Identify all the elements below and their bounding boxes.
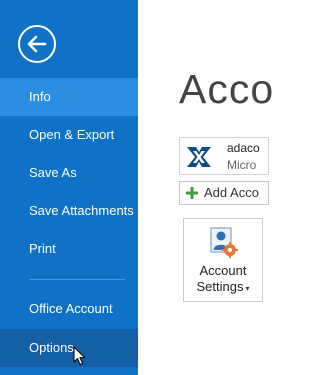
nav-item-label: Info xyxy=(29,89,51,104)
nav-item-save-as[interactable]: Save As xyxy=(0,154,138,192)
account-settings-label-line2: Settings ▾ xyxy=(184,279,262,294)
account-panel: Acco adaco Micro Add Acco Account Settin… xyxy=(138,0,273,375)
nav-item-options[interactable]: Options xyxy=(0,329,138,367)
plus-icon xyxy=(186,187,198,199)
account-settings-label: Account xyxy=(199,263,247,278)
nav-item-label: Open & Export xyxy=(29,127,115,142)
exchange-icon xyxy=(184,142,214,172)
back-arrow-icon xyxy=(27,35,47,53)
add-account-button[interactable]: Add Acco xyxy=(179,181,269,205)
nav-item-open-export[interactable]: Open & Export xyxy=(0,116,138,154)
account-type: Micro xyxy=(227,158,257,172)
page-title: Acco xyxy=(179,66,275,112)
nav-item-save-attachments[interactable]: Save Attachments xyxy=(0,192,138,230)
nav-item-label: Print xyxy=(29,241,56,256)
back-button[interactable] xyxy=(18,25,56,63)
mouse-cursor-icon xyxy=(73,346,86,365)
account-settings-icon xyxy=(210,227,238,258)
nav-item-label: Save Attachments xyxy=(29,203,134,218)
add-account-label: Add Acco xyxy=(204,185,259,200)
nav-item-print[interactable]: Print xyxy=(0,230,138,268)
nav-item-office-account[interactable]: Office Account xyxy=(0,290,138,328)
account-selector[interactable]: adaco Micro xyxy=(179,137,269,175)
account-settings-button[interactable]: Account Settings ▾ xyxy=(183,218,263,302)
account-name: adaco xyxy=(227,141,260,155)
sidebar-divider xyxy=(29,279,125,280)
backstage-sidebar: Info Open & Export Save As Save Attachme… xyxy=(0,0,138,375)
nav-item-label: Office Account xyxy=(29,301,113,316)
nav-item-label: Options xyxy=(29,340,74,355)
nav-item-label: Save As xyxy=(29,165,77,180)
dropdown-caret-icon: ▾ xyxy=(245,284,250,293)
settings-text: Settings xyxy=(196,279,244,294)
nav-item-info[interactable]: Info xyxy=(0,78,138,116)
